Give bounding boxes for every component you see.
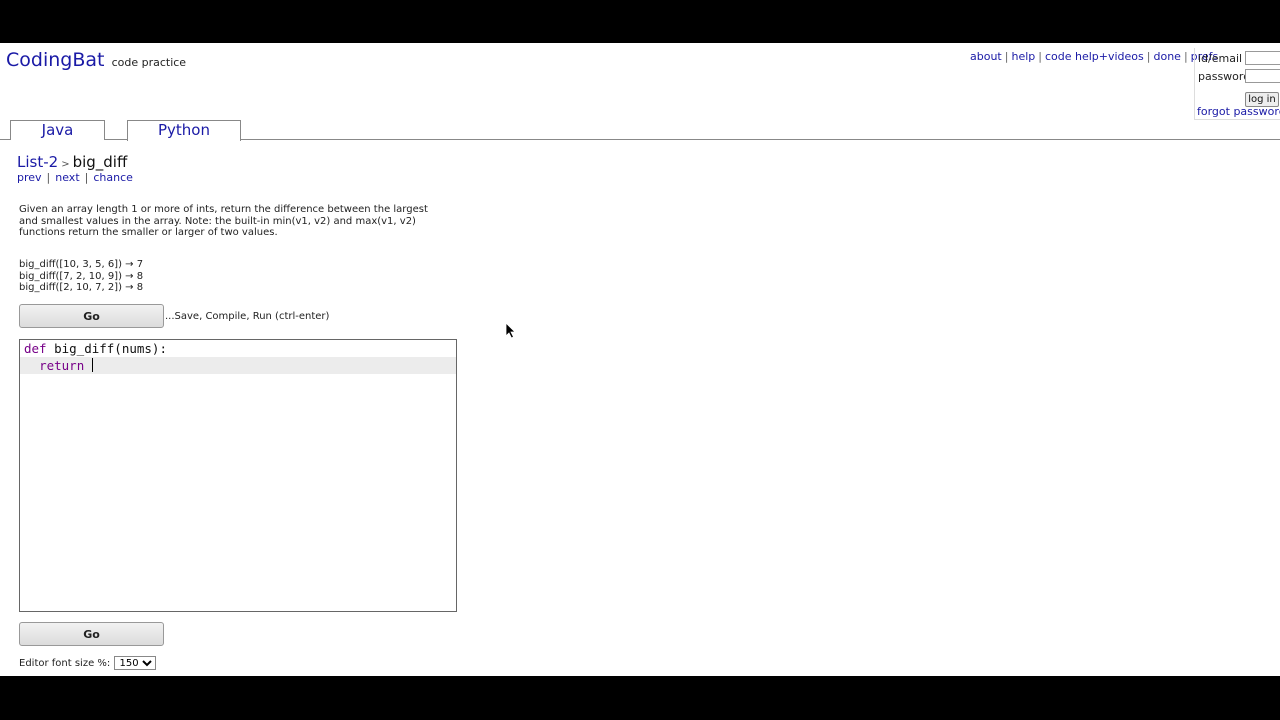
keyword: def (24, 341, 47, 356)
separator: | (1004, 50, 1009, 63)
id-email-input[interactable] (1245, 51, 1280, 65)
example-line: big_diff([2, 10, 7, 2]) → 8 (19, 282, 144, 293)
done-link[interactable]: done (1153, 50, 1180, 63)
tagline: code practice (111, 56, 187, 69)
chance-link[interactable]: chance (93, 171, 133, 184)
text-cursor (91, 358, 93, 372)
go-button[interactable]: Go (19, 304, 164, 328)
password-label: password (1198, 70, 1251, 83)
breadcrumb-separator: > (61, 159, 70, 170)
top-nav: about | help | code help+videos | done | prefs (970, 50, 1218, 63)
tab-java[interactable]: Java (10, 120, 105, 140)
section-link[interactable]: List-2 (17, 153, 58, 171)
help-link[interactable]: help (1011, 50, 1035, 63)
separator: | (1038, 50, 1042, 63)
separator: | (1146, 50, 1151, 63)
next-link[interactable]: next (55, 171, 79, 184)
examples: big_diff([10, 3, 5, 6]) → 7 big_diff([7,… (19, 259, 143, 294)
separator: | (1183, 50, 1188, 63)
logo[interactable]: CodingBat code practice (6, 49, 186, 71)
breadcrumb: List-2 > big_diff (17, 153, 127, 171)
code-help-videos-link[interactable]: code help+videos (1045, 50, 1144, 63)
editor-font-size: Editor font size %: 150 (19, 656, 157, 670)
separator: | (46, 171, 51, 184)
page: CodingBat code practice about | help | code … (0, 43, 1280, 676)
id-email-label: id/email (1198, 52, 1243, 65)
code-line: def big_diff(nums): (20, 340, 456, 357)
tab-python[interactable]: Python (127, 120, 241, 141)
separator: | (84, 171, 89, 184)
font-size-select[interactable]: 150 (114, 656, 157, 670)
go-button-bottom[interactable]: Go (19, 622, 164, 646)
prev-link[interactable]: prev (17, 171, 42, 184)
code-text: big_diff(nums): (46, 341, 167, 356)
keyword: return (39, 358, 85, 373)
code-line-active: return (20, 357, 456, 374)
problem-nav: prev | next | chance (17, 171, 133, 184)
code-editor[interactable]: def big_diff(nums): return (19, 339, 457, 612)
font-size-label: Editor font size %: (19, 658, 111, 669)
forgot-password-link[interactable]: forgot password (1197, 105, 1280, 118)
brand-name[interactable]: CodingBat (6, 49, 104, 71)
password-input[interactable] (1245, 69, 1280, 83)
forgot-password: forgot password | (1197, 105, 1280, 118)
about-link[interactable]: about (970, 50, 1002, 63)
problem-title: big_diff (72, 153, 128, 171)
problem-description: Given an array length 1 or more of ints,… (19, 204, 428, 238)
mouse-pointer-icon (506, 323, 516, 339)
example-line: big_diff([7, 2, 10, 9]) → 8 (19, 270, 144, 282)
example-line: big_diff([10, 3, 5, 6]) → 7 (19, 259, 144, 270)
go-hint: ...Save, Compile, Run (ctrl-enter) (165, 311, 330, 322)
